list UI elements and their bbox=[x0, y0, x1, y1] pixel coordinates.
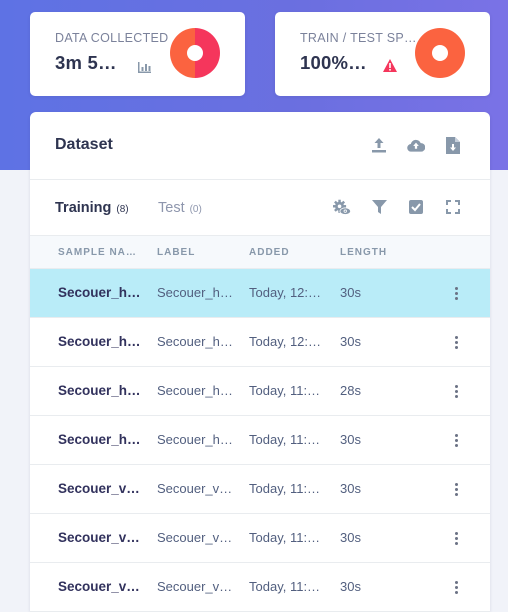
tab-training-count: (8) bbox=[116, 204, 129, 215]
train-test-split-value: 100%… bbox=[300, 52, 367, 73]
sample-added: Today, 11:… bbox=[249, 579, 321, 594]
sample-added: Today, 11:… bbox=[249, 432, 321, 447]
sample-table-body: Secouer_h… Secouer_h… Today, 12:… 30s Se… bbox=[30, 269, 490, 612]
column-label[interactable]: LABEL bbox=[157, 247, 195, 258]
sample-name[interactable]: Secouer_h… bbox=[58, 285, 141, 300]
train-test-split-donut bbox=[415, 28, 465, 78]
sample-name[interactable]: Secouer_h… bbox=[58, 334, 141, 349]
row-menu-icon[interactable] bbox=[450, 431, 462, 449]
sample-name[interactable]: Secouer_v… bbox=[58, 530, 140, 545]
tab-test-count: (0) bbox=[189, 204, 202, 215]
row-menu-icon[interactable] bbox=[450, 333, 462, 351]
data-collected-card: DATA COLLECTED 3m 5… bbox=[30, 12, 245, 96]
data-collected-donut bbox=[170, 28, 220, 78]
table-row[interactable]: Secouer_h… Secouer_h… Today, 12:… 30s bbox=[30, 318, 490, 367]
column-added[interactable]: ADDED bbox=[249, 247, 290, 258]
sample-label: Secouer_v… bbox=[157, 579, 233, 594]
row-menu-icon[interactable] bbox=[450, 284, 462, 302]
sample-label: Secouer_h… bbox=[157, 432, 233, 447]
table-row[interactable]: Secouer_v… Secouer_v… Today, 11:… 30s bbox=[30, 514, 490, 563]
select-checkbox-icon[interactable] bbox=[407, 198, 425, 216]
sample-name[interactable]: Secouer_v… bbox=[58, 481, 140, 496]
sample-length: 30s bbox=[340, 334, 361, 349]
row-menu-icon[interactable] bbox=[450, 480, 462, 498]
sample-label: Secouer_v… bbox=[157, 481, 233, 496]
data-collected-value: 3m 5… bbox=[55, 52, 117, 73]
row-menu-icon[interactable] bbox=[450, 578, 462, 596]
sample-label: Secouer_h… bbox=[157, 334, 233, 349]
sample-label: Secouer_h… bbox=[157, 285, 233, 300]
sample-length: 28s bbox=[340, 383, 361, 398]
sample-added: Today, 11:… bbox=[249, 481, 321, 496]
dataset-header: Dataset bbox=[30, 112, 490, 180]
tab-test-label: Test bbox=[158, 200, 185, 216]
row-menu-icon[interactable] bbox=[450, 382, 462, 400]
warning-icon[interactable] bbox=[383, 59, 397, 77]
table-row[interactable]: Secouer_h… Secouer_h… Today, 11:… 30s bbox=[30, 416, 490, 465]
tab-test[interactable]: Test (0) bbox=[158, 200, 202, 216]
sample-length: 30s bbox=[340, 432, 361, 447]
dataset-panel: Dataset Training (8) Test (0) SAMPLE NA…… bbox=[30, 112, 490, 612]
row-menu-icon[interactable] bbox=[450, 529, 462, 547]
column-sample-name[interactable]: SAMPLE NA… bbox=[58, 247, 137, 258]
data-collected-title: DATA COLLECTED bbox=[55, 31, 169, 45]
table-row[interactable]: Secouer_h… Secouer_h… Today, 12:… 30s bbox=[30, 269, 490, 318]
sample-tabs-bar: Training (8) Test (0) bbox=[30, 180, 490, 236]
dataset-title: Dataset bbox=[55, 136, 113, 153]
sample-label: Secouer_v… bbox=[157, 530, 233, 545]
table-row[interactable]: Secouer_v… Secouer_v… Today, 11:… 30s bbox=[30, 465, 490, 514]
settings-view-icon[interactable] bbox=[333, 198, 351, 216]
sample-length: 30s bbox=[340, 285, 361, 300]
fullscreen-icon[interactable] bbox=[444, 198, 462, 216]
sample-name[interactable]: Secouer_v… bbox=[58, 579, 140, 594]
train-test-split-title: TRAIN / TEST SP… bbox=[300, 31, 417, 45]
sample-name[interactable]: Secouer_h… bbox=[58, 432, 141, 447]
filter-icon[interactable] bbox=[370, 198, 388, 216]
sample-label: Secouer_h… bbox=[157, 383, 233, 398]
sample-added: Today, 12:… bbox=[249, 334, 322, 349]
tab-training[interactable]: Training (8) bbox=[55, 200, 129, 216]
download-file-icon[interactable] bbox=[444, 136, 462, 154]
upload-icon[interactable] bbox=[370, 136, 388, 154]
sample-added: Today, 12:… bbox=[249, 285, 322, 300]
sample-length: 30s bbox=[340, 579, 361, 594]
sample-name[interactable]: Secouer_h… bbox=[58, 383, 141, 398]
sample-added: Today, 11:… bbox=[249, 383, 321, 398]
tab-training-label: Training bbox=[55, 200, 112, 216]
table-row[interactable]: Secouer_v… Secouer_v… Today, 11:… 30s bbox=[30, 563, 490, 612]
sample-added: Today, 11:… bbox=[249, 530, 321, 545]
train-test-split-card: TRAIN / TEST SP… 100%… bbox=[275, 12, 490, 96]
cloud-upload-icon[interactable] bbox=[407, 136, 425, 154]
table-row[interactable]: Secouer_h… Secouer_h… Today, 11:… 28s bbox=[30, 367, 490, 416]
bar-chart-icon[interactable] bbox=[138, 60, 151, 78]
sample-length: 30s bbox=[340, 530, 361, 545]
column-length[interactable]: LENGTH bbox=[340, 247, 387, 258]
table-header: SAMPLE NA… LABEL ADDED LENGTH bbox=[30, 236, 490, 269]
sample-length: 30s bbox=[340, 481, 361, 496]
